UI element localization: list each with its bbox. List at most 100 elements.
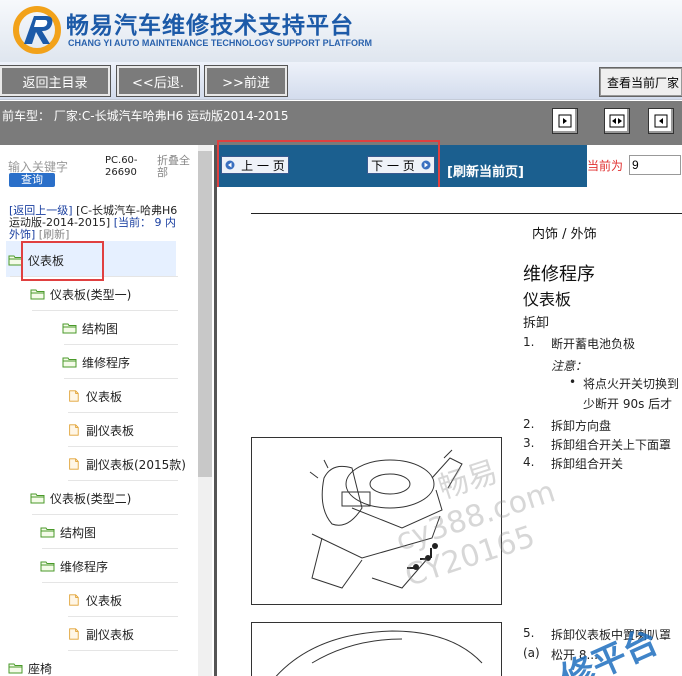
brand-subtitle: CHANG YI AUTO MAINTENANCE TECHNOLOGY SUP… (68, 38, 373, 48)
tree-divider (68, 616, 178, 617)
tree-item[interactable]: 结构图 (40, 521, 96, 543)
doc-section-title: 内饰 / 外饰 (532, 227, 597, 242)
tree-item-label: 仪表板 (86, 593, 123, 608)
tree-item[interactable]: 结构图 (62, 317, 118, 339)
chang-yi-logo-icon (13, 6, 61, 54)
tree-item[interactable]: 维修程序 (40, 555, 108, 577)
nav-bar: 返回主目录 <<后退. >>前进 查看当前厂家 (0, 62, 682, 100)
folder-icon (62, 356, 82, 368)
tree-item-label: 仪表板 (86, 389, 123, 404)
tree-item[interactable]: 维修程序 (62, 351, 130, 373)
step-5a-num: (a) (523, 646, 540, 660)
tree-item[interactable]: 副仪表板(2015款) (66, 453, 186, 475)
tree-item[interactable]: 仪表板(类型一) (30, 283, 131, 305)
step-1-num: 1. (523, 335, 535, 349)
layout-left-icon[interactable] (552, 108, 578, 134)
step-5-num: 5. (523, 626, 535, 640)
tree-item-label: 副仪表板(2015款) (86, 457, 186, 472)
bullet-1-text: 将点火开关切换到 (583, 377, 680, 391)
refresh-tree-link[interactable]: [刷新] (39, 228, 70, 241)
tree-item[interactable]: 副仪表板 (66, 419, 134, 441)
tree-divider (32, 310, 178, 311)
document-icon (66, 594, 86, 606)
tree-item[interactable]: 仪表板(类型二) (30, 487, 131, 509)
tree-panel: 输入关键字 查询 PC.60- 26690 折叠全 部 [返回上一级] [C-长… (0, 145, 213, 676)
tree-divider (68, 650, 178, 651)
pc-code-line1: PC.60- (105, 155, 138, 166)
document-page: 内饰 / 外饰 维修程序 仪表板 拆卸 1. 断开蓄电池负极 注意： • 将点火… (217, 187, 682, 676)
tree-item-label: 维修程序 (82, 355, 131, 370)
forward-button[interactable]: >>前进 (204, 65, 288, 97)
step-4-num: 4. (523, 455, 535, 469)
step-2-text: 拆卸方向盘 (551, 419, 612, 433)
tree-item-label: 结构图 (82, 321, 119, 336)
home-button[interactable]: 返回主目录 (0, 65, 111, 97)
tree-divider (64, 378, 178, 379)
step-4-text: 拆卸组合开关 (551, 457, 624, 471)
highlight-box-tree (21, 241, 104, 281)
folder-icon (62, 322, 82, 334)
layout-right-icon[interactable] (648, 108, 674, 134)
tree-item-label: 结构图 (60, 525, 97, 540)
brand-title: 畅易汽车维修技术支持平台 (66, 13, 354, 39)
document-panel: 上 一 页 下 一 页 [刷新当前页] 当前为 内饰 / 外饰 维修程序 仪表板… (214, 140, 682, 676)
document-icon (66, 424, 86, 436)
current-page-label: 当前为 (587, 159, 624, 173)
layout-split-icon[interactable] (604, 108, 630, 134)
bullet-1-cont: 少断开 90s 后才 (583, 397, 673, 411)
tree-divider (42, 582, 178, 583)
tree-item[interactable]: 仪表板 (66, 589, 122, 611)
doc-subheading: 仪表板 (523, 290, 572, 309)
tree-divider (42, 548, 178, 549)
tree-item[interactable]: 副仪表板 (66, 623, 134, 645)
breadcrumb: [返回上一级] [C-长城汽车-哈弗H6 运动版-2014-2015] [当前：… (9, 205, 179, 241)
view-vendor-button[interactable]: 查看当前厂家 (599, 67, 682, 97)
app-header: 畅易汽车维修技术支持平台 CHANG YI AUTO MAINTENANCE T… (0, 0, 682, 62)
tree-scrollbar-thumb[interactable] (198, 151, 212, 477)
document-icon (66, 458, 86, 470)
tree-item[interactable]: 仪表板 (66, 385, 122, 407)
bullet-1-num: • (569, 375, 577, 389)
pc-code-line2: 26690 (105, 167, 137, 178)
folder-icon (40, 526, 60, 538)
tree-divider (68, 446, 178, 447)
folder-icon (8, 662, 28, 674)
tree-item[interactable]: 座椅 (8, 657, 52, 676)
tree-item-label: 副仪表板 (86, 423, 135, 438)
tree-divider (68, 480, 178, 481)
current-label: [当前： (113, 216, 152, 229)
step-3-text: 拆卸组合开关上下面罩 (551, 438, 672, 452)
model-bar: 前车型： 厂家:C-长城汽车哈弗H6 运动版2014-2015 (0, 101, 682, 145)
folder-icon (30, 288, 50, 300)
back-button[interactable]: <<后退. (116, 65, 200, 97)
doc-procedure-title: 拆卸 (523, 316, 550, 331)
folder-icon (30, 492, 50, 504)
step-1-text: 断开蓄电池负极 (551, 337, 636, 351)
step-3-num: 3. (523, 436, 535, 450)
document-icon (66, 628, 86, 640)
note-label: 注意： (551, 359, 588, 373)
fold-all-button[interactable]: 折叠全 部 (157, 155, 190, 179)
tree-item-label: 副仪表板 (86, 627, 135, 642)
fold-all-line2: 部 (157, 166, 168, 179)
dashboard-illustration-icon (275, 630, 483, 676)
step-2-num: 2. (523, 417, 535, 431)
tree-item-label: 座椅 (28, 661, 53, 676)
tree-item-label: 维修程序 (60, 559, 109, 574)
current-page-input[interactable] (629, 155, 681, 175)
pc-code: PC.60- 26690 (105, 155, 138, 179)
model-info: 前车型： 厂家:C-长城汽车哈弗H6 运动版2014-2015 (2, 109, 289, 123)
doc-heading: 维修程序 (523, 264, 595, 285)
highlight-box-pager (217, 140, 440, 194)
dashboard-figure (251, 622, 502, 676)
tree-divider (32, 514, 178, 515)
folder-icon (40, 560, 60, 572)
tree-divider (64, 344, 178, 345)
tree-item-label: 仪表板(类型二) (50, 491, 132, 506)
tree-item-label: 仪表板(类型一) (50, 287, 132, 302)
refresh-page-button[interactable]: [刷新当前页] (447, 161, 524, 180)
header-rule (251, 213, 682, 214)
tree-divider (68, 412, 178, 413)
search-button[interactable]: 查询 (9, 173, 55, 187)
document-icon (66, 390, 86, 402)
